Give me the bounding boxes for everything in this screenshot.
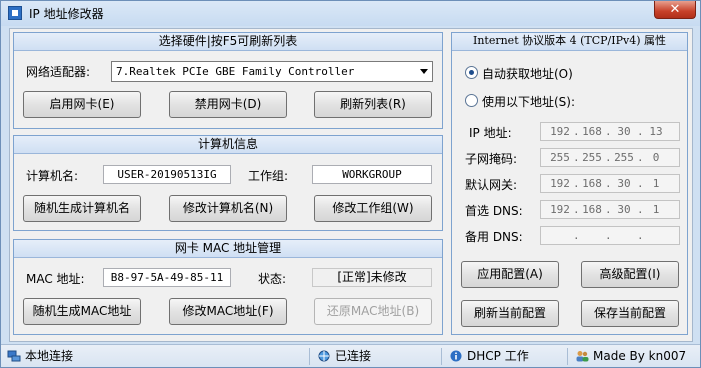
- mask-octet: 255: [550, 151, 570, 164]
- gateway-octet: 168: [582, 177, 602, 190]
- mac-status-label: 状态:: [258, 272, 287, 286]
- change-workgroup-button[interactable]: 修改工作组(W): [314, 195, 432, 222]
- adapter-group: 选择硬件|按F5可刷新列表 网络适配器: 7.Realtek PCIe GBE …: [13, 32, 443, 129]
- gateway-octet: 1: [652, 177, 660, 190]
- enable-adapter-button[interactable]: 启用网卡(E): [23, 91, 141, 118]
- gateway-field[interactable]: 192 . 168 . 30 . 1: [540, 174, 680, 193]
- apply-config-button[interactable]: 应用配置(A): [461, 261, 559, 288]
- dns1-octet: 1: [652, 203, 660, 216]
- auto-address-label: 自动获取地址(O): [482, 67, 573, 81]
- close-button[interactable]: ✕: [654, 1, 696, 19]
- ipv4-group: Internet 协议版本 4 (TCP/IPv4) 属性 自动获取地址(O) …: [451, 32, 688, 335]
- preferred-dns-field[interactable]: 192 . 168 . 30 . 1: [540, 200, 680, 219]
- link-state-text: 已连接: [335, 349, 372, 363]
- app-window: IP 地址修改器 ✕ 选择硬件|按F5可刷新列表 网络适配器: 7.Realte…: [0, 0, 701, 368]
- ip-address-field[interactable]: 192 . 168 . 30 . 13: [540, 122, 680, 141]
- refresh-config-button[interactable]: 刷新当前配置: [461, 300, 559, 327]
- dhcp-state-text: DHCP 工作: [467, 349, 529, 363]
- change-mac-button[interactable]: 修改MAC地址(F): [169, 298, 287, 325]
- ip-octet: 192: [550, 125, 570, 138]
- computer-name-label: 计算机名:: [26, 169, 79, 183]
- users-icon: [576, 351, 589, 362]
- mac-address-label: MAC 地址:: [26, 272, 85, 286]
- change-computer-name-button[interactable]: 修改计算机名(N): [169, 195, 287, 222]
- subnet-mask-label: 子网掩码:: [465, 152, 518, 166]
- random-computer-name-button[interactable]: 随机生成计算机名: [23, 195, 141, 222]
- ip-octet: 168: [582, 125, 602, 138]
- advanced-config-button[interactable]: 高级配置(I): [581, 261, 679, 288]
- window-title: IP 地址修改器: [29, 7, 104, 21]
- client-area: 选择硬件|按F5可刷新列表 网络适配器: 7.Realtek PCIe GBE …: [9, 28, 693, 342]
- status-divider: [567, 348, 568, 365]
- dns1-octet: 168: [582, 203, 602, 216]
- mask-octet: 255: [614, 151, 634, 164]
- status-divider: [441, 348, 442, 365]
- mask-octet: 0: [652, 151, 660, 164]
- preferred-dns-label: 首选 DNS:: [465, 204, 523, 218]
- auto-address-radio[interactable]: [465, 66, 478, 79]
- link-state: 已连接: [317, 345, 372, 367]
- mac-group-title: 网卡 MAC 地址管理: [14, 240, 442, 258]
- computer-group: 计算机信息 计算机名: USER-20190513IG 工作组: WORKGRO…: [13, 135, 443, 231]
- restore-mac-button[interactable]: 还原MAC地址(B): [314, 298, 432, 325]
- connection-name: 本地连接: [25, 349, 74, 363]
- disable-adapter-button[interactable]: 禁用网卡(D): [169, 91, 287, 118]
- alternate-dns-label: 备用 DNS:: [465, 230, 523, 244]
- workgroup-label: 工作组:: [248, 169, 289, 183]
- dns1-octet: 30: [617, 203, 631, 216]
- ipv4-group-title: Internet 协议版本 4 (TCP/IPv4) 属性: [452, 33, 687, 51]
- app-icon: [8, 6, 22, 20]
- computer-group-title: 计算机信息: [14, 136, 442, 154]
- alternate-dns-field[interactable]: . . .: [540, 226, 680, 245]
- gateway-octet: 192: [550, 177, 570, 190]
- adapter-label: 网络适配器:: [26, 65, 91, 79]
- gateway-label: 默认网关:: [465, 178, 518, 192]
- ip-octet: 13: [649, 125, 663, 138]
- mac-group: 网卡 MAC 地址管理 MAC 地址: B8-97-5A-49-85-11 状态…: [13, 239, 443, 335]
- manual-address-radio[interactable]: [465, 94, 478, 107]
- chevron-down-icon: [420, 69, 428, 74]
- adapter-group-title: 选择硬件|按F5可刷新列表: [14, 33, 442, 51]
- connection-status: 本地连接: [7, 345, 74, 367]
- workgroup-field[interactable]: WORKGROUP: [312, 165, 432, 184]
- adapter-select-value: 7.Realtek PCIe GBE Family Controller: [116, 65, 355, 78]
- computer-name-field[interactable]: USER-20190513IG: [103, 165, 231, 184]
- refresh-list-button[interactable]: 刷新列表(R): [314, 91, 432, 118]
- dhcp-state: DHCP 工作: [449, 345, 529, 367]
- subnet-mask-field[interactable]: 255 . 255 . 255 . 0: [540, 148, 680, 167]
- network-icon: [7, 350, 21, 362]
- credit: Made By kn007: [575, 345, 687, 367]
- mac-status-badge: [正常]未修改: [312, 268, 432, 287]
- save-config-button[interactable]: 保存当前配置: [581, 300, 679, 327]
- ip-address-label: IP 地址:: [469, 126, 512, 140]
- mask-octet: 255: [582, 151, 602, 164]
- globe-icon: [318, 350, 330, 362]
- credit-text: Made By kn007: [593, 349, 687, 363]
- status-divider: [309, 348, 310, 365]
- title-bar: IP 地址修改器 ✕: [1, 1, 700, 26]
- ip-octet: 30: [617, 125, 631, 138]
- status-bar: 本地连接 已连接 DHCP 工作 Made By kn007: [1, 344, 700, 367]
- random-mac-button[interactable]: 随机生成MAC地址: [23, 298, 141, 325]
- manual-address-label: 使用以下地址(S):: [482, 95, 576, 109]
- gateway-octet: 30: [617, 177, 631, 190]
- adapter-select[interactable]: 7.Realtek PCIe GBE Family Controller: [111, 61, 433, 82]
- dns1-octet: 192: [550, 203, 570, 216]
- info-icon: [450, 350, 462, 362]
- mac-address-field[interactable]: B8-97-5A-49-85-11: [103, 268, 231, 287]
